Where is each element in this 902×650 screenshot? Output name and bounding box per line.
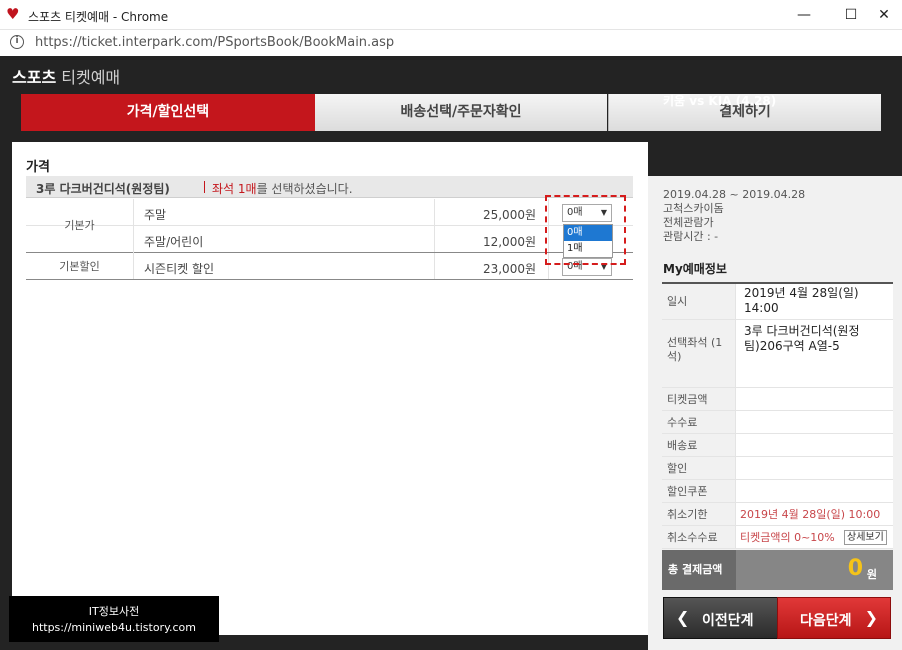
info-label: 일시	[662, 284, 736, 319]
page-title-bold: 스포츠	[12, 68, 57, 87]
price-name: 시즌티켓 할인	[144, 262, 215, 276]
info-row: 일시 2019년 4월 28일(일) 14:00	[662, 284, 893, 320]
chevron-right-icon: ❯	[864, 608, 878, 627]
event-dates: 2019.04.28 ~ 2019.04.28	[663, 188, 806, 201]
price-row: 기본할인 시즌티켓 할인 23,000원 0매 ▼	[26, 253, 633, 280]
cancel-fee: 티켓금액의 0~10%	[740, 531, 835, 544]
event-venue: 고척스카이돔	[663, 202, 724, 215]
price-name: 주말	[144, 208, 167, 222]
event-duration: 관람시간 : -	[663, 230, 719, 243]
price-value: 23,000원	[482, 262, 536, 276]
step-label: 배송선택/주문자확인	[400, 104, 522, 120]
price-value: 25,000원	[482, 208, 536, 222]
close-button[interactable]: ✕	[870, 4, 898, 26]
info-row: 티켓금액	[662, 388, 893, 411]
highlight-box	[545, 195, 626, 265]
info-row: 취소기한 2019년 4월 28일(일) 10:00	[662, 503, 893, 526]
divider	[204, 181, 205, 193]
info-label: 취소기한	[662, 503, 736, 525]
page-title-rest: 티켓예매	[56, 68, 121, 87]
minimize-button[interactable]: —	[790, 4, 818, 26]
maximize-button[interactable]: ☐	[837, 4, 865, 26]
info-label: 수수료	[662, 411, 736, 433]
total-value: 0	[847, 556, 863, 581]
next-step-label: 다음단계	[800, 613, 852, 629]
cancel-deadline: 2019년 4월 28일(일) 10:00	[740, 508, 881, 521]
prev-step-button[interactable]: ❮ 이전단계	[663, 597, 779, 639]
my-booking-title: My예매정보	[663, 262, 727, 276]
step-delivery-confirm[interactable]: 배송선택/주문자확인	[315, 94, 607, 131]
url-text[interactable]: https://ticket.interpark.com/PSportsBook…	[35, 35, 394, 50]
info-label: 배송료	[662, 434, 736, 456]
window-titlebar: ♥ 스포츠 티켓예매 - Chrome — ☐ ✕	[0, 0, 902, 30]
seat-message-rest: 를 선택하셨습니다.	[256, 182, 353, 196]
address-bar[interactable]: i https://ticket.interpark.com/PSportsBo…	[0, 30, 902, 56]
info-row: 할인쿠폰	[662, 480, 893, 503]
info-label: 티켓금액	[662, 388, 736, 410]
total-amount: 총 결제금액 0 원	[662, 550, 893, 590]
info-row: 선택좌석 (1석) 3루 다크버건디석(원정팀)206구역 A열-5	[662, 320, 893, 388]
divider	[434, 199, 435, 225]
event-info: 2019.04.28 ~ 2019.04.28 고척스카이돔 전체관람가 관람시…	[663, 188, 805, 244]
info-row: 할인	[662, 457, 893, 480]
booking-info-panel: 2019.04.28 ~ 2019.04.28 고척스카이돔 전체관람가 관람시…	[648, 176, 902, 650]
match-title: 키움 vs KIA (4.28)	[663, 94, 777, 108]
seat-name: 3루 다크버건디석(원정팀)	[36, 182, 170, 196]
price-value: 12,000원	[482, 235, 536, 249]
info-icon[interactable]: i	[10, 35, 24, 49]
seat-bar: 3루 다크버건디석(원정팀) 좌석 1매를 선택하셨습니다.	[26, 176, 633, 198]
watermark-title: IT정보사전	[88, 605, 140, 618]
info-row: 취소수수료 티켓금액의 0~10% 상세보기	[662, 526, 893, 549]
price-category: 기본할인	[26, 253, 134, 279]
price-category: 기본가	[26, 199, 134, 253]
my-booking-table: 일시 2019년 4월 28일(일) 14:00 선택좌석 (1석) 3루 다크…	[662, 282, 893, 549]
page-title: 스포츠 티켓예매	[12, 64, 120, 88]
info-value: 2019년 4월 28일(일) 14:00	[744, 286, 859, 315]
seat-message: 좌석 1매를 선택하셨습니다.	[212, 180, 353, 197]
window-title: 스포츠 티켓예매 - Chrome	[28, 10, 169, 24]
prev-step-label: 이전단계	[702, 613, 754, 629]
chevron-left-icon: ❮	[676, 608, 690, 627]
step-price-discount[interactable]: 가격/할인선택	[21, 94, 325, 131]
seat-count: 좌석 1매	[212, 182, 257, 196]
total-unit: 원	[866, 568, 877, 581]
info-label: 취소수수료	[662, 526, 736, 548]
watermark: IT정보사전 https://miniweb4u.tistory.com	[9, 596, 219, 642]
info-row: 수수료	[662, 411, 893, 434]
info-label: 할인쿠폰	[662, 480, 736, 502]
divider	[434, 226, 435, 252]
event-rating: 전체관람가	[663, 216, 714, 229]
total-value-box: 0 원	[736, 550, 893, 590]
total-label: 총 결제금액	[662, 550, 736, 590]
interpark-heart-icon: ♥	[6, 5, 20, 23]
watermark-url: https://miniweb4u.tistory.com	[31, 621, 197, 634]
info-value: 3루 다크버건디석(원정팀)206구역 A열-5	[744, 324, 860, 353]
price-section-title: 가격	[26, 160, 50, 175]
info-row: 배송료	[662, 434, 893, 457]
step-label: 가격/할인선택	[126, 104, 210, 120]
next-step-button[interactable]: 다음단계 ❯	[777, 597, 891, 639]
info-label: 할인	[662, 457, 736, 479]
divider	[434, 253, 435, 279]
price-name: 주말/어린이	[144, 235, 204, 249]
detail-button[interactable]: 상세보기	[844, 530, 887, 545]
info-label: 선택좌석 (1석)	[662, 320, 736, 387]
